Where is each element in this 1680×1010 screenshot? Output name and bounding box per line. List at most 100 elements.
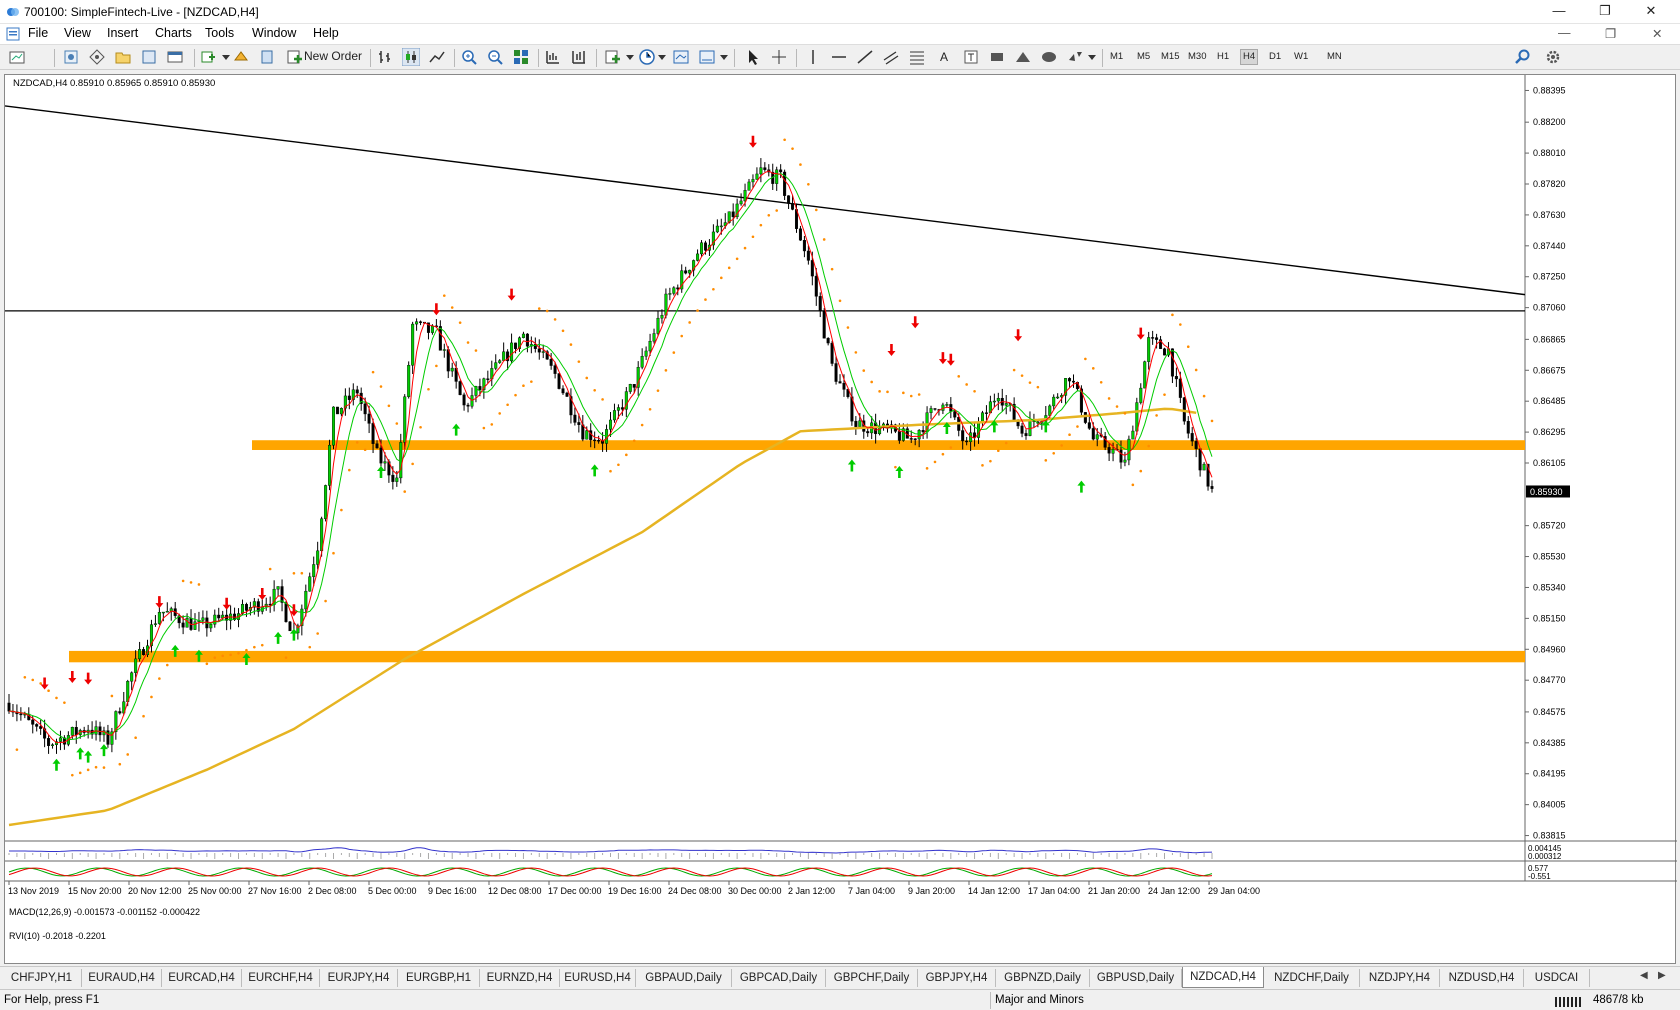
indicators-icon[interactable]	[604, 48, 622, 66]
equidistant-channel-icon[interactable]	[882, 48, 900, 66]
parabolic-sar-dot	[632, 439, 636, 443]
chevron-down-icon[interactable]	[1088, 55, 1096, 61]
horizontal-line-icon[interactable]	[830, 48, 848, 66]
chart-tab-euraud-h4[interactable]: EURAUD,H4	[82, 969, 162, 987]
triangle-icon[interactable]	[1014, 48, 1032, 66]
menu-charts[interactable]: Charts	[155, 26, 192, 40]
tile-windows-icon[interactable]	[512, 48, 530, 66]
menu-view[interactable]: View	[64, 26, 91, 40]
candle-body	[1139, 387, 1143, 403]
new-chart-icon[interactable]	[8, 48, 26, 66]
chart-tab-nzdusd-h4[interactable]: NZDUSD,H4	[1440, 969, 1524, 987]
timeframe-w1[interactable]: W1	[1294, 51, 1308, 62]
zoom-in-icon[interactable]	[460, 48, 478, 66]
chevron-down-icon[interactable]	[222, 55, 230, 61]
parabolic-sar-dot	[957, 375, 961, 378]
mdi-restore-button[interactable]: ❐	[1605, 26, 1616, 41]
data-window-icon[interactable]	[140, 48, 158, 66]
chart-tab-eurjpy-h4[interactable]: EURJPY,H4	[320, 969, 398, 987]
chart-window[interactable]: 0.88395 0.88200 0.88010 0.87820 0.87630 0.874…	[4, 74, 1677, 965]
chart-tab-eurnzd-h4[interactable]: EURNZD,H4	[480, 969, 560, 987]
candle-body	[1186, 421, 1190, 434]
chart-shift-icon[interactable]	[570, 48, 588, 66]
timeframe-d1[interactable]: D1	[1269, 51, 1281, 62]
menu-tools[interactable]: Tools	[205, 26, 234, 40]
menu-window[interactable]: Window	[252, 26, 296, 40]
chart-tab-usdcai[interactable]: USDCAI	[1524, 969, 1590, 987]
tab-scroll-left-button[interactable]: ◀	[1640, 970, 1648, 981]
new-order-button[interactable]: New Order	[304, 49, 362, 63]
timeframe-m30[interactable]: M30	[1188, 51, 1206, 62]
chevron-down-icon[interactable]	[658, 55, 666, 61]
bar-chart-icon[interactable]	[376, 48, 394, 66]
chart-tab-eurcad-h4[interactable]: EURCAD,H4	[162, 969, 242, 987]
settings-icon[interactable]	[1544, 48, 1562, 66]
rectangle-icon[interactable]	[988, 48, 1006, 66]
mdi-minimize-button[interactable]: —	[1558, 26, 1571, 40]
autotrading-icon[interactable]	[232, 48, 250, 66]
timeframe-m5[interactable]: M5	[1137, 51, 1150, 62]
fibonacci-icon[interactable]	[908, 48, 926, 66]
menu-insert[interactable]: Insert	[107, 26, 138, 40]
server-icon[interactable]	[258, 48, 276, 66]
tab-scroll-right-button[interactable]: ▶	[1658, 970, 1666, 981]
parabolic-sar-dot	[1107, 397, 1111, 400]
candle-body	[791, 203, 795, 210]
timeframe-h4[interactable]: H4	[1240, 49, 1259, 65]
timeframe-m15[interactable]: M15	[1161, 51, 1179, 62]
chart-tab-gbpusd-daily[interactable]: GBPUSD,Daily	[1090, 969, 1182, 987]
timeframe-mn[interactable]: MN	[1327, 51, 1342, 62]
ellipse-icon[interactable]	[1040, 48, 1058, 66]
strategy-tester-icon[interactable]	[200, 48, 218, 66]
new-order-icon[interactable]	[286, 48, 304, 66]
candlestick-icon[interactable]	[402, 48, 420, 66]
close-button[interactable]: ✕	[1628, 0, 1674, 24]
mdi-close-button[interactable]: ✕	[1652, 26, 1662, 41]
minimize-button[interactable]: —	[1536, 0, 1582, 24]
menu-file[interactable]: File	[28, 26, 48, 40]
chart-tab-nzdjpy-h4[interactable]: NZDJPY,H4	[1360, 969, 1440, 987]
menu-help[interactable]: Help	[313, 26, 339, 40]
text-label-icon[interactable]	[962, 48, 980, 66]
chart-template-icon[interactable]	[698, 48, 716, 66]
trendline-icon[interactable]	[856, 48, 874, 66]
crosshair-icon[interactable]	[770, 48, 788, 66]
vertical-line-icon[interactable]	[804, 48, 822, 66]
profiles-icon[interactable]	[62, 48, 80, 66]
arrows-icon[interactable]	[1066, 48, 1084, 66]
restore-button[interactable]: ❐	[1582, 0, 1628, 24]
chart-tab-eurchf-h4[interactable]: EURCHF,H4	[242, 969, 320, 987]
navigator-icon[interactable]	[114, 48, 132, 66]
periods-icon[interactable]	[638, 48, 656, 66]
parabolic-sar-dot	[577, 360, 581, 363]
text-icon[interactable]: A	[940, 50, 948, 64]
terminal-icon[interactable]	[166, 48, 184, 66]
chevron-down-icon[interactable]	[720, 55, 728, 61]
chart-tab-gbpchf-daily[interactable]: GBPCHF,Daily	[826, 969, 918, 987]
zoom-out-icon[interactable]	[486, 48, 504, 66]
line-chart-icon[interactable]	[428, 48, 446, 66]
market-watch-icon[interactable]	[88, 48, 106, 66]
timeframe-m1[interactable]: M1	[1110, 51, 1123, 62]
chart-tab-nzdcad-h4[interactable]: NZDCAD,H4	[1182, 967, 1264, 988]
chevron-down-icon[interactable]	[626, 55, 634, 61]
chart-tab-nzdchf-daily[interactable]: NZDCHF,Daily	[1264, 969, 1360, 987]
candle-body	[739, 200, 743, 205]
document-icon[interactable]	[6, 27, 20, 41]
price-chart[interactable]: 0.88395 0.88200 0.88010 0.87820 0.87630 0.874…	[5, 75, 1677, 965]
chart-tab-eurusd-h4[interactable]: EURUSD,H4	[560, 969, 636, 987]
chart-tab-gbpjpy-h4[interactable]: GBPJPY,H4	[918, 969, 996, 987]
candle-body	[430, 325, 434, 333]
chart-tab-gbpaud-daily[interactable]: GBPAUD,Daily	[636, 969, 732, 987]
timeframe-h1[interactable]: H1	[1217, 51, 1229, 62]
candle-body	[379, 447, 383, 464]
chart-tab-gbpcad-daily[interactable]: GBPCAD,Daily	[732, 969, 826, 987]
chart-tab-chfjpy-h1[interactable]: CHFJPY,H1	[2, 969, 82, 987]
candle-body	[153, 623, 157, 625]
cursor-icon[interactable]	[744, 48, 762, 66]
template-icon[interactable]	[672, 48, 690, 66]
search-icon[interactable]	[1514, 48, 1532, 66]
autoscroll-icon[interactable]	[544, 48, 562, 66]
chart-tab-eurgbp-h1[interactable]: EURGBP,H1	[398, 969, 480, 987]
chart-tab-gbpnzd-daily[interactable]: GBPNZD,Daily	[996, 969, 1090, 987]
